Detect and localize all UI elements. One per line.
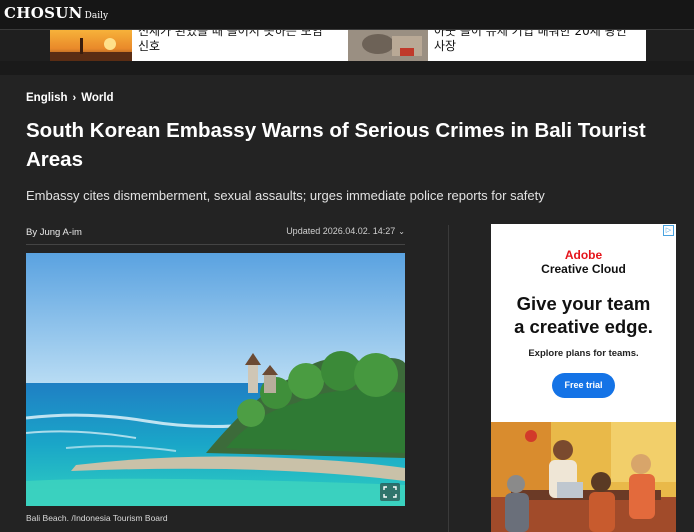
ad-image bbox=[491, 422, 676, 532]
header-gap bbox=[0, 61, 694, 75]
ad-subtext: Explore plans for teams. bbox=[528, 348, 639, 359]
chevron-down-icon: ⌄ bbox=[398, 227, 405, 236]
advertisement[interactable]: ▷ Adobe Creative Cloud Give your team a … bbox=[491, 224, 676, 532]
byline[interactable]: By Jung A-im bbox=[26, 227, 82, 238]
article-title: South Korean Embassy Warns of Serious Cr… bbox=[26, 119, 646, 171]
expand-icon[interactable] bbox=[380, 483, 400, 501]
promo-thumbnail bbox=[50, 30, 132, 61]
promo-strip: 전세가 된었을 때 들어서 옷하는 모임 신호 아웃 들이 뉴제 기업 배워한 … bbox=[50, 30, 646, 61]
breadcrumb: English › World bbox=[26, 92, 114, 104]
site-logo[interactable]: CHOSUN Daily bbox=[4, 4, 108, 22]
ad-headline-line1: Give your team bbox=[516, 293, 651, 314]
column-divider bbox=[448, 225, 449, 532]
promo-item[interactable]: 아웃 들이 뉴제 기업 배워한 20세 광인 사장 bbox=[348, 30, 646, 61]
breadcrumb-english[interactable]: English bbox=[26, 92, 68, 104]
breadcrumb-world[interactable]: World bbox=[81, 92, 113, 104]
promo-text-line2: 사장 bbox=[434, 39, 457, 53]
ad-headline-line2: a creative edge. bbox=[514, 316, 653, 337]
adchoices-icon[interactable]: ▷ bbox=[663, 225, 674, 236]
top-bar: CHOSUN Daily bbox=[0, 0, 694, 30]
promo-thumbnail bbox=[348, 30, 428, 61]
updated-text: Updated 2026.04.02. 14:27 bbox=[286, 226, 396, 236]
promo-text-line1: 아웃 들이 뉴제 기업 배워한 20세 광인 bbox=[434, 30, 627, 38]
free-trial-button[interactable]: Free trial bbox=[552, 373, 615, 398]
ad-brand: Adobe bbox=[564, 248, 603, 262]
ad-product: Creative Cloud bbox=[541, 262, 626, 276]
ad-headline: Give your team a creative edge. bbox=[491, 292, 676, 338]
article-subtitle: Embassy cites dismemberment, sexual assa… bbox=[26, 188, 545, 203]
breadcrumb-separator: › bbox=[72, 92, 77, 104]
promo-item[interactable]: 전세가 된었을 때 들어서 옷하는 모임 신호 bbox=[50, 30, 348, 61]
photo-caption: Bali Beach. /Indonesia Tourism Board bbox=[26, 513, 168, 523]
promo-text-line1: 전세가 된었을 때 들어서 옷하는 모임 bbox=[138, 30, 323, 38]
promo-text-line2: 신호 bbox=[138, 39, 161, 53]
logo-sub: Daily bbox=[84, 11, 109, 21]
article-photo[interactable] bbox=[26, 253, 405, 506]
logo-main: CHOSUN bbox=[4, 4, 83, 22]
updated-timestamp[interactable]: Updated 2026.04.02. 14:27 ⌄ bbox=[286, 226, 405, 236]
article-meta: By Jung A-im Updated 2026.04.02. 14:27 ⌄ bbox=[26, 225, 405, 245]
